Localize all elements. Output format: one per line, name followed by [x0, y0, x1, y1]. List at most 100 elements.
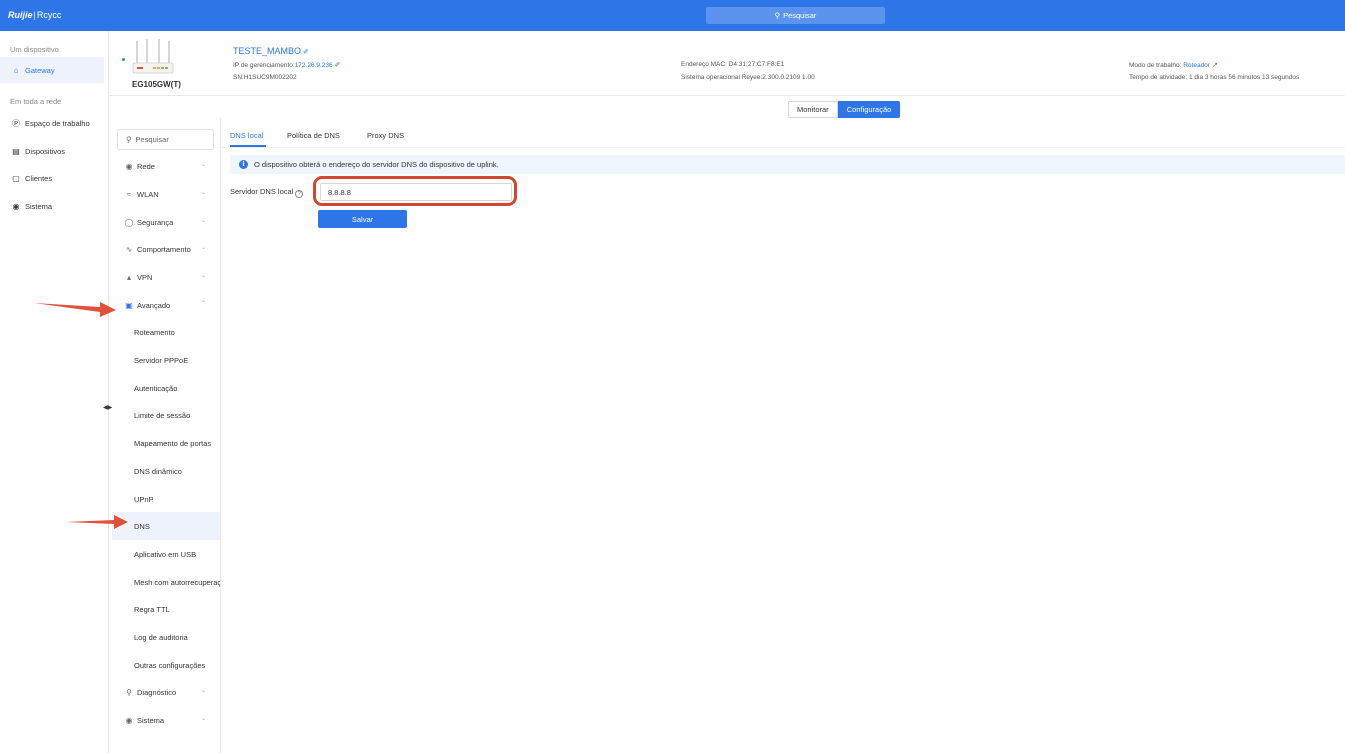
nav-item-label: Clientes: [25, 173, 53, 183]
help-icon[interactable]: ?: [295, 190, 304, 198]
dns-server-label-text: Servidor DNS local: [230, 187, 294, 196]
menu-network[interactable]: ◉ Rede ⌄: [112, 152, 220, 180]
management-ip-label: IP de gerenciamento:: [233, 62, 295, 69]
info-banner: i O dispositivo obterá o endereço do ser…: [230, 155, 1345, 174]
menu-search-placeholder: Pesquisar: [135, 135, 169, 144]
menu-label: Avançado: [137, 300, 171, 310]
device-name[interactable]: TESTE_MAMBO ✐: [233, 46, 309, 56]
annotation-arrow-advanced: [34, 302, 116, 317]
os-version: Sistema operacional Reyee:2.300.0.2109 1…: [681, 74, 815, 81]
collapse-handle-icon[interactable]: ◀▶: [103, 404, 112, 411]
submenu-divider: [220, 118, 221, 753]
management-ip-link[interactable]: 172.26.9.236: [295, 62, 333, 69]
shield-icon: ◯: [124, 217, 134, 227]
monitor-tab[interactable]: Monitorar: [788, 101, 838, 118]
workspace-icon: Ⓟ: [12, 118, 20, 128]
menu-vpn[interactable]: ▴ VPN ⌄: [112, 263, 220, 291]
logo-sub: Rcycc: [36, 10, 62, 20]
nav-item-label: Gateway: [25, 65, 55, 75]
nav-item-system[interactable]: ◉ Sistema: [0, 193, 104, 219]
search-icon: ⚲: [774, 11, 781, 20]
submenu-pppoe-server[interactable]: Servidor PPPoE: [112, 346, 220, 374]
device-name-text: TESTE_MAMBO: [233, 46, 302, 56]
mac-address: Endereço MAC: D4:31:27:C7:F8:E1: [681, 61, 785, 68]
menu-label: Segurança: [137, 217, 174, 227]
nav-item-devices[interactable]: ▤ Dispositivos: [0, 138, 104, 164]
annotation-highlight-box: [313, 176, 517, 206]
annotation-arrow-dns: [66, 515, 128, 529]
menu-label: Sistema: [137, 715, 165, 725]
menu-label: Comportamento: [137, 244, 191, 254]
nav-item-label: Sistema: [25, 201, 53, 211]
menu-search-input[interactable]: ⚲ Pesquisar: [117, 129, 214, 150]
submenu-other-settings[interactable]: Outras configurações: [112, 651, 220, 679]
tab-dns-policy[interactable]: Política de DNS: [287, 131, 340, 140]
global-search-button[interactable]: ⚲ Pesquisar: [706, 7, 885, 24]
global-search-label: Pesquisar: [783, 11, 817, 20]
menu-diagnostics[interactable]: ⚲ Diagnóstico ⌄: [112, 678, 220, 706]
uptime: Tempo de atividade: 1 dia 3 horas 56 min…: [1129, 74, 1300, 81]
online-status-dot: [122, 58, 125, 61]
config-tab[interactable]: Configuração: [837, 101, 901, 118]
nav-item-label: Dispositivos: [25, 146, 66, 156]
save-button[interactable]: Salvar: [318, 210, 407, 228]
nav-item-gateway[interactable]: ⌂ Gateway: [0, 57, 104, 83]
work-mode-link[interactable]: Roteador: [1183, 62, 1210, 69]
submenu-audit-log[interactable]: Log de auditoria: [112, 623, 220, 651]
edit-icon[interactable]: ✐: [335, 62, 341, 69]
submenu-authentication[interactable]: Autenticação: [112, 374, 220, 402]
tabs-divider: [221, 147, 1345, 148]
external-link-icon[interactable]: ↗: [1212, 62, 1218, 69]
work-mode-label: Modo de trabalho:: [1129, 62, 1182, 69]
router-image: [132, 39, 174, 74]
submenu-ttl-rule[interactable]: Regra TTL: [112, 595, 220, 623]
chart-icon: ∿: [125, 244, 133, 254]
system-icon: ◉: [125, 715, 133, 725]
menu-advanced[interactable]: ▣ Avançado ⌃: [112, 291, 220, 319]
nav-item-label: Espaço de trabalho: [25, 118, 90, 128]
info-icon: i: [239, 160, 248, 169]
chevron-down-icon: ⌄: [201, 218, 207, 224]
menu-wlan[interactable]: ≈ WLAN ⌄: [112, 180, 220, 208]
work-mode: Modo de trabalho: Roteador ↗: [1129, 61, 1218, 69]
submenu-dynamic-dns[interactable]: DNS dinâmico: [112, 457, 220, 485]
brand-logo[interactable]: Ruijie|Rcycc: [8, 10, 61, 20]
chevron-down-icon: ⌄: [201, 716, 207, 722]
submenu-port-mapping[interactable]: Mapeamento de portas: [112, 429, 220, 457]
toolbox-icon: ▣: [125, 300, 133, 310]
tab-local-dns[interactable]: DNS local: [230, 131, 263, 140]
logo-separator: |: [33, 10, 36, 20]
home-icon: ⌂: [13, 65, 19, 75]
menu-security[interactable]: ◯ Segurança ⌄: [112, 208, 220, 236]
nav-divider: [108, 31, 109, 753]
tab-dns-proxy[interactable]: Proxy DNS: [367, 131, 404, 140]
chevron-down-icon: ⌄: [201, 162, 207, 168]
submenu-session-limit[interactable]: Limite de sessão: [112, 401, 220, 429]
management-ip: IP de gerenciamento:172.26.9.236 ✐: [233, 61, 341, 69]
diagnostics-icon: ⚲: [126, 687, 132, 697]
menu-label: VPN: [137, 272, 153, 282]
menu-system[interactable]: ◉ Sistema ⌄: [112, 706, 220, 734]
menu-behavior[interactable]: ∿ Comportamento ⌄: [112, 235, 220, 263]
menu-label: WLAN: [137, 189, 159, 199]
nav-item-clients[interactable]: ▢ Clientes: [0, 165, 104, 191]
left-navigation: Um dispositivo ⌂ Gateway Em toda a rede …: [0, 31, 108, 753]
devices-icon: ▤: [12, 146, 20, 156]
chevron-down-icon: ⌄: [201, 245, 207, 251]
search-icon: ⚲: [126, 135, 132, 144]
submenu-self-healing-mesh[interactable]: Mesh com autorrecuperação: [112, 568, 220, 596]
chevron-up-icon: ⌃: [201, 301, 207, 307]
menu-label: Diagnóstico: [137, 687, 177, 697]
submenu-upnp[interactable]: UPnP: [112, 485, 220, 513]
submenu-routing[interactable]: Roteamento: [112, 318, 220, 346]
nav-item-workspace[interactable]: Ⓟ Espaço de trabalho: [0, 110, 104, 136]
edit-icon[interactable]: ✐: [303, 49, 309, 56]
view-toggle: Monitorar Configuração: [788, 101, 901, 118]
chevron-down-icon: ⌄: [201, 190, 207, 196]
submenu-usb-app[interactable]: Aplicativo em USB: [112, 540, 220, 568]
device-model: EG105GW(T): [132, 80, 181, 89]
section-single-device: Um dispositivo: [10, 45, 59, 54]
chevron-down-icon: ⌄: [201, 688, 207, 694]
vpn-icon: ▴: [126, 272, 131, 282]
top-bar: Ruijie|Rcycc ⚲ Pesquisar: [0, 0, 1345, 31]
